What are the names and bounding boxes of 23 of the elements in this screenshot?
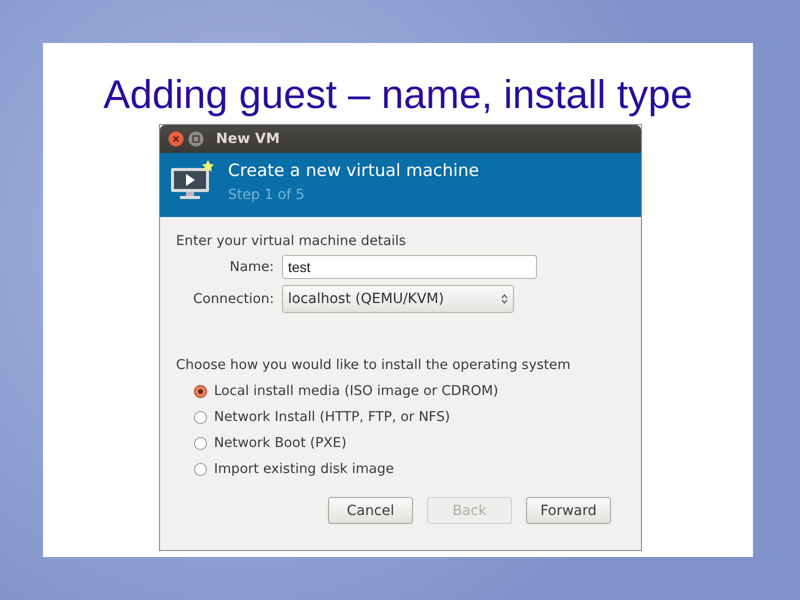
radio-label[interactable]: Import existing disk image	[214, 461, 394, 477]
dialog-button[interactable]: Cancel	[328, 497, 413, 524]
section-heading: Choose how you would like to install the operating system	[176, 357, 572, 373]
radio-label[interactable]: Network Boot (PXE)	[214, 435, 346, 451]
maximize-icon[interactable]	[188, 131, 204, 147]
radio-button[interactable]	[194, 384, 207, 398]
field-label: Name:	[228, 259, 274, 275]
radio-label[interactable]: Local install media (ISO image or CDROM)	[214, 383, 498, 399]
radio-label[interactable]: Network Install (HTTP, FTP, or NFS)	[214, 409, 450, 425]
field-label: Connection:	[192, 291, 274, 307]
radio-button[interactable]	[194, 462, 207, 476]
window-title: New VM	[216, 131, 280, 147]
connection-dropdown[interactable]: localhost (QEMU/KVM)	[282, 285, 514, 313]
name-field[interactable]: test	[282, 255, 537, 279]
radio-button[interactable]	[194, 436, 207, 450]
spinner-arrows-icon	[501, 293, 508, 305]
header-title: Create a new virtual machine	[228, 161, 480, 181]
section-heading: Enter your virtual machine details	[176, 233, 407, 249]
close-icon[interactable]	[168, 131, 184, 147]
radio-button[interactable]	[194, 410, 207, 424]
dialog-button[interactable]: Forward	[526, 497, 611, 524]
step-indicator: Step 1 of 5	[228, 187, 306, 203]
slide-title: Adding guest – name, install type	[103, 73, 693, 117]
